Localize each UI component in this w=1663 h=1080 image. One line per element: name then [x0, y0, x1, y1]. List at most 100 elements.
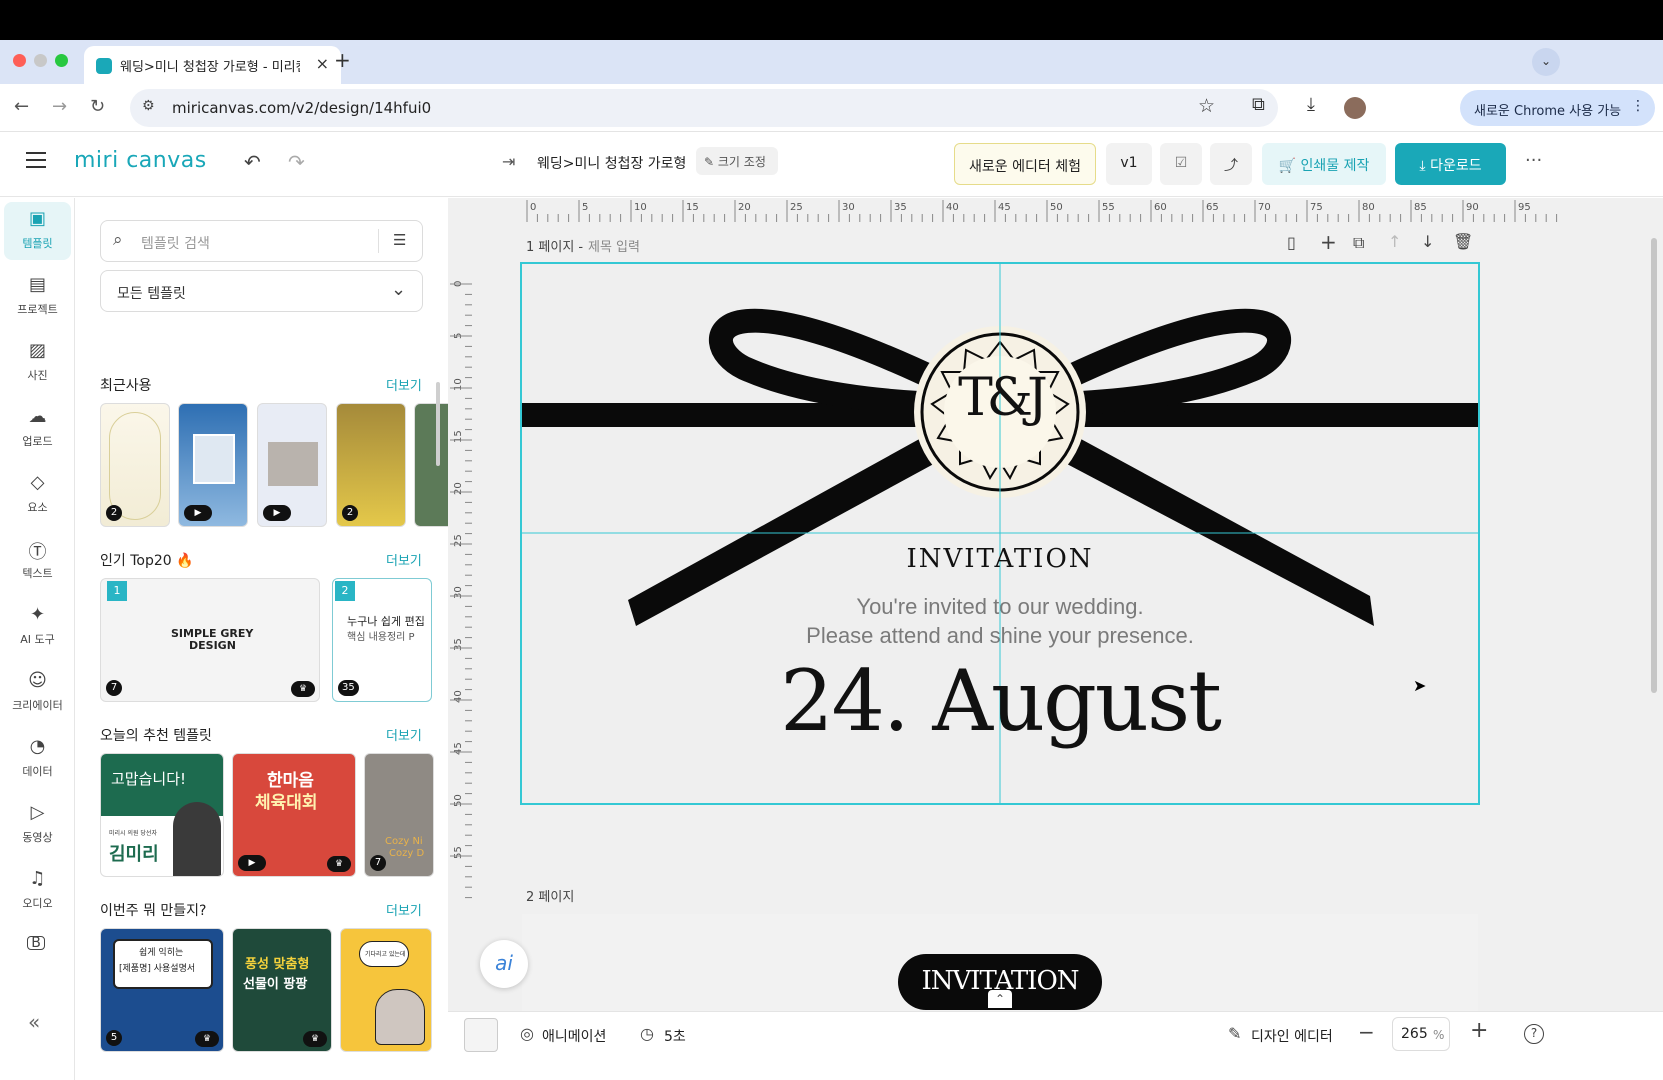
- rail-item-template[interactable]: ▣ 템플릿: [4, 202, 71, 260]
- bookmark-star-icon[interactable]: ☆: [1198, 95, 1215, 117]
- tab-search-icon[interactable]: ⌄: [1532, 48, 1560, 76]
- more-link-weekly[interactable]: 더보기: [386, 900, 422, 919]
- extensions-icon[interactable]: ⧉: [1252, 94, 1265, 115]
- recent-template-thumb[interactable]: 2: [100, 403, 170, 527]
- duration-button[interactable]: 5초: [664, 1026, 686, 1046]
- canvas-area[interactable]: 0 5 10 15 20 25 30 35 40 45 50 55 60 65 70 75 80 85 90 95 0…: [448, 198, 1663, 1011]
- save-status-button[interactable]: ☑: [1160, 143, 1202, 185]
- add-note-icon[interactable]: ▯: [1287, 233, 1296, 252]
- rail-item-elements[interactable]: ◇ 요소: [4, 466, 71, 524]
- page-thumbnail-toggle[interactable]: [464, 1018, 498, 1052]
- rail-item-creator[interactable]: ☺ 크리에이터: [4, 664, 71, 722]
- weekly-template-thumb[interactable]: 풍성 맞춤형 선물이 팡팡 ♛: [232, 928, 332, 1052]
- chrome-menu-icon[interactable]: ⋮: [1631, 98, 1645, 114]
- undo-icon[interactable]: ↶: [244, 150, 261, 174]
- close-window-dot[interactable]: [13, 54, 26, 67]
- ruler-top-label: 95: [1518, 202, 1531, 213]
- forward-icon[interactable]: →: [52, 96, 67, 117]
- recommend-template-thumb[interactable]: 한마음 체육대회 ▶ ♛: [232, 753, 356, 877]
- more-link-recent[interactable]: 더보기: [386, 375, 422, 394]
- recommend-template-thumb[interactable]: Cozy Ni Cozy D 7: [364, 753, 434, 877]
- ruler-left: 0 5 10 15 20 25 30 35 40 45 50 55: [448, 222, 472, 1011]
- version-button[interactable]: v1: [1106, 143, 1152, 185]
- page-title-input[interactable]: 제목 입력: [588, 236, 640, 255]
- print-order-button[interactable]: 🛒 인쇄물 제작: [1262, 143, 1386, 185]
- weekly-template-thumb[interactable]: 쉽게 익히는 [제품명] 사용설명서 5 ♛: [100, 928, 224, 1052]
- invite-line-2[interactable]: Please attend and shine your presence.: [702, 623, 1298, 649]
- new-tab-icon[interactable]: +: [334, 48, 351, 72]
- more-link-top20[interactable]: 더보기: [386, 550, 422, 569]
- new-editor-button[interactable]: 새로운 에디터 체험: [954, 143, 1096, 185]
- top20-template-thumb[interactable]: 2 누구나 쉽게 편집 핵심 내용정리 P 35: [332, 578, 432, 702]
- recent-template-thumb[interactable]: ▶: [178, 403, 248, 527]
- more-options-icon[interactable]: ···: [1525, 150, 1542, 171]
- rail-item-project[interactable]: ▤ 프로젝트: [4, 268, 71, 326]
- minimize-window-dot[interactable]: [34, 54, 47, 67]
- template-search-box[interactable]: ⌕ 템플릿 검색 ☰: [100, 220, 423, 262]
- rail-item-data[interactable]: ◔ 데이터: [4, 730, 71, 788]
- zoom-out-icon[interactable]: −: [1358, 1020, 1375, 1044]
- recommend-template-thumb[interactable]: 고맙습니다! 미리시 의원 당선자 김미리: [100, 753, 224, 877]
- delete-page-icon[interactable]: 🗑: [1453, 232, 1473, 251]
- maximize-window-dot[interactable]: [55, 54, 68, 67]
- recent-template-thumb[interactable]: [414, 403, 448, 527]
- rail-item-ai-tools[interactable]: ✦ AI 도구: [4, 598, 71, 656]
- rail-item-text[interactable]: Ⓣ 텍스트: [4, 532, 71, 590]
- back-icon[interactable]: ←: [14, 96, 29, 117]
- move-page-down-icon[interactable]: ↓: [1421, 232, 1434, 251]
- design-editor-button[interactable]: 디자인 에디터: [1251, 1026, 1333, 1046]
- download-icon[interactable]: ⤓: [1307, 94, 1315, 115]
- monogram-text[interactable]: T&J: [950, 368, 1050, 428]
- miricanvas-logo[interactable]: miri canvas: [74, 148, 207, 173]
- folder-move-icon[interactable]: ⇥: [502, 152, 515, 171]
- redo-icon[interactable]: ↷: [288, 150, 305, 174]
- pencil-icon[interactable]: ✎: [1228, 1024, 1241, 1043]
- canvas-scrollbar[interactable]: [1651, 238, 1657, 693]
- document-title[interactable]: 웨딩>미니 청첩장 가로형: [537, 153, 686, 173]
- profile-avatar[interactable]: [1344, 97, 1366, 119]
- zoom-in-icon[interactable]: +: [1470, 1018, 1488, 1043]
- weekly-template-thumb[interactable]: 기다리고 있는데: [340, 928, 432, 1052]
- template-search-input[interactable]: 템플릿 검색: [141, 233, 210, 253]
- category-select[interactable]: 모든 템플릿 ⌄: [100, 270, 423, 312]
- close-tab-icon[interactable]: ×: [316, 54, 329, 73]
- reload-icon[interactable]: ↻: [90, 96, 105, 117]
- category-select-value: 모든 템플릿: [117, 286, 186, 302]
- address-bar[interactable]: ⚙ miricanvas.com/v2/design/14hfui0 ☆: [130, 89, 1278, 127]
- move-page-up-icon[interactable]: ↑: [1388, 232, 1401, 251]
- share-button[interactable]: ⤴: [1210, 143, 1252, 185]
- ai-assistant-button[interactable]: ai: [480, 940, 528, 988]
- browser-tab[interactable]: 웨딩>미니 청첩장 가로형 - 미리캔버스 ×: [84, 46, 341, 84]
- duplicate-page-icon[interactable]: ⧉: [1353, 233, 1364, 253]
- rail-item-photo[interactable]: ▨ 사진: [4, 334, 71, 392]
- timer-icon[interactable]: ◷: [640, 1024, 654, 1043]
- design-page-1[interactable]: T&J INVITATION You're invited to our wed…: [520, 262, 1480, 805]
- animation-button[interactable]: 애니메이션: [542, 1026, 606, 1046]
- zoom-input[interactable]: 265 %: [1392, 1017, 1450, 1051]
- hamburger-menu-icon[interactable]: [26, 151, 48, 169]
- url-text[interactable]: miricanvas.com/v2/design/14hfui0: [172, 99, 431, 117]
- add-page-icon[interactable]: +: [1320, 230, 1337, 254]
- collapse-panel-icon[interactable]: «: [28, 1010, 40, 1034]
- site-info-icon[interactable]: ⚙: [142, 98, 155, 114]
- rail-item-audio[interactable]: ♫ 오디오: [4, 862, 71, 920]
- chevron-up-icon[interactable]: ⌃: [988, 990, 1012, 1008]
- help-icon[interactable]: ?: [1524, 1024, 1544, 1044]
- download-button[interactable]: ⤓ 다운로드: [1395, 143, 1506, 185]
- invite-line-1[interactable]: You're invited to our wedding.: [702, 594, 1298, 620]
- resize-button[interactable]: ✎ 크기 조정: [696, 147, 778, 175]
- filter-icon[interactable]: ☰: [393, 231, 406, 249]
- recent-template-thumb[interactable]: 2: [336, 403, 406, 527]
- wedding-date[interactable]: 24. August: [662, 652, 1338, 750]
- more-rail-icon[interactable]: B: [27, 936, 45, 950]
- rail-item-upload[interactable]: ☁ 업로드: [4, 400, 71, 458]
- tab-strip: 웨딩>미니 청첩장 가로형 - 미리캔버스 × + ⌄: [0, 40, 1663, 84]
- panel-scrollbar[interactable]: [436, 382, 440, 466]
- rail-item-video[interactable]: ▷ 동영상: [4, 796, 71, 854]
- animation-icon[interactable]: ◎: [520, 1024, 534, 1043]
- more-link-recommend[interactable]: 더보기: [386, 725, 422, 744]
- chrome-update-button[interactable]: 새로운 Chrome 사용 가능 ⋮: [1460, 90, 1655, 126]
- top20-template-thumb[interactable]: 1 SIMPLE GREY DESIGN 7 ♛: [100, 578, 320, 702]
- invitation-heading[interactable]: INVITATION: [860, 544, 1140, 574]
- recent-template-thumb[interactable]: ▶: [257, 403, 327, 527]
